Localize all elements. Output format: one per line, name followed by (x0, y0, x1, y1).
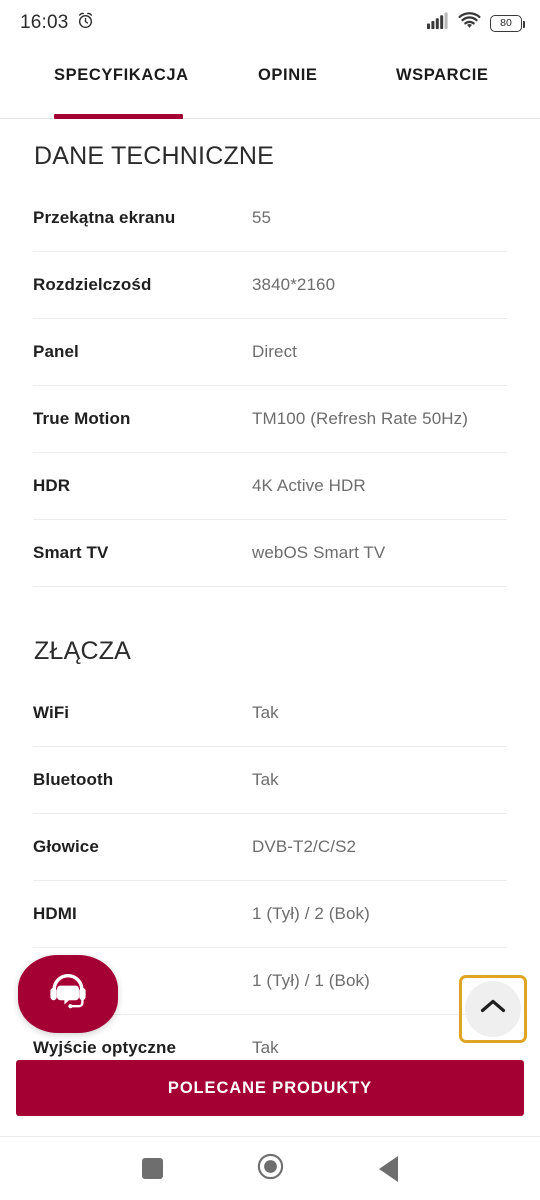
table-row: WiFi Tak (33, 680, 507, 747)
table-row: HDMI 1 (Tył) / 2 (Bok) (33, 881, 507, 948)
status-bar-right: 80 (427, 11, 525, 35)
status-bar: 16:03 80 (0, 0, 540, 46)
scroll-to-top-circle (465, 981, 521, 1037)
tab-wsparcie[interactable]: WSPARCIE (396, 66, 489, 85)
tab-bar: SPECYFIKACJA OPINIE WSPARCIE (0, 46, 540, 119)
table-row: Rozdzielczośd 3840*2160 (33, 252, 507, 319)
table-row: Głowice DVB-T2/C/S2 (33, 814, 507, 881)
table-row: Bluetooth Tak (33, 747, 507, 814)
spec-label: Bluetooth (33, 770, 114, 789)
spec-value: webOS Smart TV (252, 543, 386, 562)
table-row: Przekątna ekranu 55 (33, 185, 507, 252)
headset-support-icon (45, 971, 91, 1018)
spec-value: 1 (Tył) / 1 (Bok) (252, 971, 370, 990)
tab-opinie[interactable]: OPINIE (258, 66, 318, 85)
alarm-clock-icon (76, 11, 95, 35)
spec-value: Tak (252, 770, 279, 789)
spec-label: Głowice (33, 837, 99, 856)
spec-value: 1 (Tył) / 2 (Bok) (252, 904, 370, 923)
square-recents-icon (141, 1158, 163, 1179)
spec-label: Wyjście optyczne (33, 1038, 177, 1057)
battery-level-label: 80 (500, 16, 512, 29)
spec-label: True Motion (33, 409, 131, 428)
table-row: Smart TV webOS Smart TV (33, 520, 507, 587)
tab-list: SPECYFIKACJA OPINIE WSPARCIE (0, 46, 540, 108)
status-bar-clock: 16:03 (20, 12, 69, 33)
spec-label: Smart TV (33, 543, 109, 562)
spec-value: 3840*2160 (252, 275, 336, 294)
spec-value: Tak (252, 1038, 279, 1057)
spec-value: DVB-T2/C/S2 (252, 837, 357, 856)
table-row: True Motion TM100 (Refresh Rate 50Hz) (33, 386, 507, 453)
scroll-to-top-button[interactable] (459, 975, 527, 1043)
table-row: Panel Direct (33, 319, 507, 386)
section-heading-dane-techniczne: DANE TECHNICZNE (34, 142, 275, 170)
status-bar-left: 16:03 (20, 11, 95, 35)
nav-home-button[interactable] (247, 1146, 293, 1192)
spec-label: Przekątna ekranu (33, 208, 176, 227)
spec-label: HDMI (33, 904, 77, 923)
nav-recents-button[interactable] (129, 1146, 175, 1192)
battery-icon: 80 (490, 14, 525, 32)
polecane-produkty-button[interactable]: POLECANE PRODUKTY (16, 1060, 524, 1116)
spec-table-dane-techniczne: Przekątna ekranu 55 Rozdzielczośd 3840*2… (0, 185, 540, 587)
spec-label: Rozdzielczośd (33, 275, 152, 294)
spec-content: DANE TECHNICZNE Przekątna ekranu 55 Rozd… (0, 119, 540, 1059)
system-navigation-bar (0, 1136, 540, 1200)
spec-value: Direct (252, 342, 297, 361)
chevron-up-icon (480, 998, 506, 1020)
spec-label: Panel (33, 342, 79, 361)
phone-screen: 16:03 80 SPECYFIKACJA OPINIE WSPARCIE DA… (0, 0, 540, 1200)
section-heading-zlacza: ZŁĄCZA (34, 637, 132, 665)
cellular-signal-icon (427, 12, 449, 34)
tab-specyfikacja[interactable]: SPECYFIKACJA (54, 66, 189, 85)
spec-value: TM100 (Refresh Rate 50Hz) (252, 409, 469, 428)
support-chat-button[interactable] (18, 955, 118, 1033)
circle-home-icon (257, 1153, 284, 1185)
spec-label: HDR (33, 476, 71, 495)
nav-back-button[interactable] (365, 1146, 411, 1192)
table-row: HDR 4K Active HDR (33, 453, 507, 520)
triangle-back-icon (378, 1155, 398, 1182)
spec-label: WiFi (33, 703, 70, 722)
spec-value: 4K Active HDR (252, 476, 366, 495)
spec-value: 55 (252, 208, 272, 227)
wifi-icon (458, 11, 481, 35)
spec-value: Tak (252, 703, 279, 722)
